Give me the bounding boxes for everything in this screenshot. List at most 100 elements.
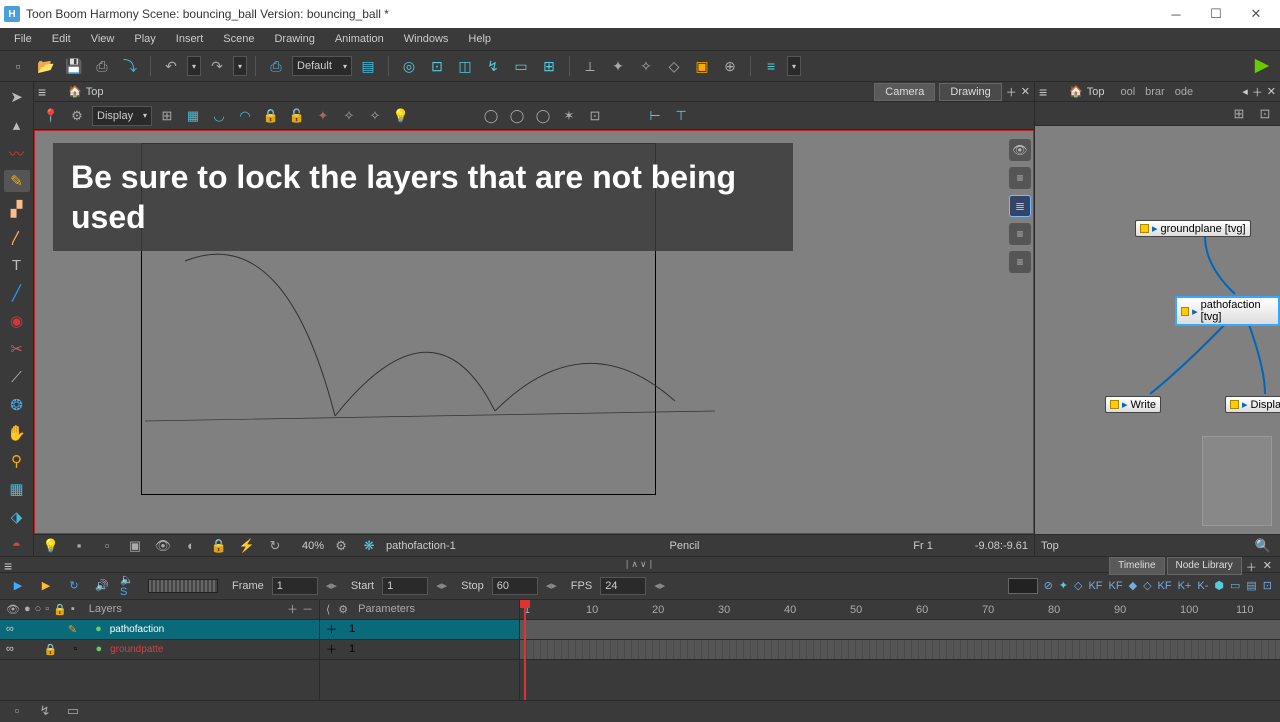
pencil-tool-icon[interactable]: ✎ [4, 170, 30, 192]
node-pathofaction[interactable]: ▸ pathofaction [tvg] [1175, 296, 1280, 326]
frame-all-icon[interactable]: ▣ [690, 54, 714, 78]
close-view-icon[interactable]: ✕ [1021, 85, 1030, 98]
node-tool1-icon[interactable]: ⊞ [1228, 103, 1250, 125]
kf-plus[interactable]: K+ [1178, 580, 1192, 592]
kf-tool1-icon[interactable]: ⊘ [1044, 579, 1053, 592]
play-selection-icon[interactable]: ▶ [36, 576, 56, 596]
mesh-icon[interactable]: ⊞ [537, 54, 561, 78]
tl-close-icon[interactable]: ✕ [1261, 557, 1274, 575]
add-param-icon[interactable]: ＋ [326, 641, 337, 657]
tool2-icon[interactable]: ✧ [634, 54, 658, 78]
rect-select-icon[interactable]: ▦ [4, 478, 30, 500]
camera-tab-top[interactable]: 🏠Top [62, 85, 109, 98]
tool4-icon[interactable]: ⊕ [718, 54, 742, 78]
sound-icon[interactable]: 🔊 [92, 576, 112, 596]
transform-tool-icon[interactable]: ▴ [4, 114, 30, 136]
menu-insert[interactable]: Insert [166, 28, 214, 50]
align-dropdown[interactable]: ▾ [787, 56, 801, 76]
import-icon[interactable]: ⤵ [118, 54, 142, 78]
pin-icon[interactable]: 📍 [40, 105, 62, 127]
sb-gear2-icon[interactable]: ❋ [358, 535, 380, 557]
eye-icon[interactable]: 👁 [1009, 139, 1031, 161]
layer1-icon[interactable]: ≡ [1009, 167, 1031, 189]
shape1-icon[interactable]: ◯ [480, 105, 502, 127]
scrub-icon[interactable]: 🔈S [120, 576, 140, 596]
deform-icon[interactable]: ◫ [453, 54, 477, 78]
node-search-icon[interactable]: 🔍 [1252, 535, 1274, 557]
curve-preview[interactable] [1008, 578, 1038, 594]
kf-minus[interactable]: K- [1197, 580, 1208, 592]
loop-icon[interactable]: ↻ [64, 576, 84, 596]
kf-label-2[interactable]: KF [1109, 580, 1123, 592]
track-row[interactable] [520, 620, 1280, 640]
layer-row-groundplane[interactable]: ∞ 🔒 ▫ ● groundpatte [0, 640, 319, 660]
lock-icon[interactable]: 🔒 [260, 105, 282, 127]
eraser-tool-icon[interactable]: ▞ [4, 198, 30, 220]
mode-tab-drawing[interactable]: Drawing [939, 83, 1001, 101]
node-tool2-icon[interactable]: ⊡ [1254, 103, 1276, 125]
unlock-icon[interactable]: 🔓 [286, 105, 308, 127]
save-all-icon[interactable]: ⎙ [90, 54, 114, 78]
stop-field[interactable]: 60 [492, 577, 538, 595]
shape5-icon[interactable]: ⊡ [584, 105, 606, 127]
onion-icon[interactable]: ✦ [312, 105, 334, 127]
shape4-icon[interactable]: ✶ [558, 105, 580, 127]
brush-tool-icon[interactable]: 〰 [4, 142, 30, 164]
toggle-icon[interactable]: ▤ [356, 54, 380, 78]
frame-field[interactable]: 1 [272, 577, 318, 595]
scale-icon[interactable]: ⊡ [425, 54, 449, 78]
track-row[interactable] [520, 640, 1280, 660]
camera-mask-icon[interactable]: ◡ [208, 105, 230, 127]
node-write[interactable]: ▸ Write [1105, 396, 1161, 413]
short-tab-3[interactable]: ode [1175, 86, 1193, 98]
add-param-icon[interactable]: ＋ [326, 621, 337, 637]
tf2-icon[interactable]: ↯ [34, 700, 56, 722]
node-graph[interactable]: ▸ groundplane [tvg] ▸ pathofaction [tvg]… [1035, 126, 1280, 534]
menu-scene[interactable]: Scene [213, 28, 264, 50]
onion-next-icon[interactable]: ✧ [364, 105, 386, 127]
maximize-button[interactable]: ☐ [1196, 0, 1236, 28]
line-tool-icon[interactable]: ╱ [4, 282, 30, 304]
select-tool-icon[interactable]: ➤ [4, 86, 30, 108]
short-tab-1[interactable]: ool [1120, 86, 1135, 98]
kf-tool3-icon[interactable]: ◇ [1074, 579, 1082, 592]
sb5-icon[interactable]: ◐ [180, 535, 202, 557]
sb-bolt-icon[interactable]: ⚡ [236, 535, 258, 557]
short-tab-2[interactable]: brar [1145, 86, 1165, 98]
menu-animation[interactable]: Animation [325, 28, 394, 50]
playhead[interactable] [524, 600, 526, 700]
cutter-tool-icon[interactable]: ✂ [4, 338, 30, 360]
start-field[interactable]: 1 [382, 577, 428, 595]
node-nav-left-icon[interactable]: ◂ [1242, 85, 1248, 98]
shape3-icon[interactable]: ◯ [532, 105, 554, 127]
timeline-ruler[interactable]: 1 10 20 30 40 50 60 70 80 90 100 110 [520, 600, 1280, 620]
tab-timeline[interactable]: Timeline [1109, 557, 1164, 575]
layer4-icon[interactable]: ≡ [1009, 251, 1031, 273]
kf-tool9-icon[interactable]: ⊡ [1263, 579, 1272, 592]
menu-edit[interactable]: Edit [42, 28, 81, 50]
shape2-icon[interactable]: ◯ [506, 105, 528, 127]
kf-tool4-icon[interactable]: ◆ [1129, 579, 1137, 592]
undo-icon[interactable]: ↶ [159, 54, 183, 78]
node-groundplane[interactable]: ▸ groundplane [tvg] [1135, 220, 1251, 237]
fps-field[interactable]: 24 [600, 577, 646, 595]
sb-lock-icon[interactable]: 🔒 [208, 535, 230, 557]
collapse-icon[interactable]: ⟨ [326, 603, 330, 616]
node-close-icon[interactable]: ✕ [1267, 85, 1276, 98]
align-icon[interactable]: ≡ [759, 54, 783, 78]
layer-row-pathofaction[interactable]: ∞ ✎ ● pathofaction [0, 620, 319, 640]
dropper-tool-icon[interactable]: ⟋ [4, 366, 30, 388]
sb1-icon[interactable]: ▪ [68, 535, 90, 557]
node-add-icon[interactable]: ＋ [1252, 84, 1263, 100]
bone-icon[interactable]: ⟂ [578, 54, 602, 78]
sb4-icon[interactable]: 👁 [152, 535, 174, 557]
mode-tab-camera[interactable]: Camera [874, 83, 935, 101]
kf-label-3[interactable]: KF [1158, 580, 1172, 592]
kf-tool5-icon[interactable]: ◇ [1143, 579, 1151, 592]
grid-icon[interactable]: ⊞ [156, 105, 178, 127]
layer3-icon[interactable]: ≡ [1009, 223, 1031, 245]
paint-tool-icon[interactable]: ◉ [4, 310, 30, 332]
light-icon[interactable]: 💡 [390, 105, 412, 127]
new-file-icon[interactable]: ▫ [6, 54, 30, 78]
collapse-handle-icon[interactable]: ∣∧∨∣ [625, 559, 655, 570]
